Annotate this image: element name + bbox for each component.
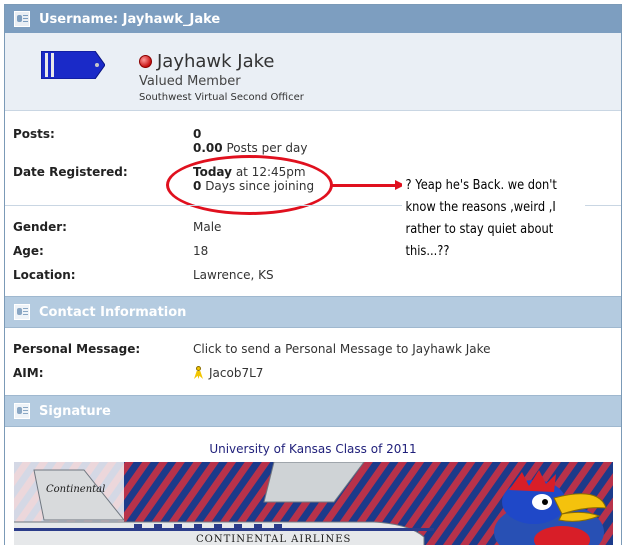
aim-running-man-icon <box>193 366 205 379</box>
posts-label: Posts: <box>13 127 55 141</box>
posts-value: 0 <box>193 127 202 141</box>
user-title: Valued Member <box>139 74 241 89</box>
signature-section-header: Signature <box>5 395 621 427</box>
age-value: 18 <box>193 244 209 258</box>
posts-per-day: 0.00 Posts per day <box>193 141 308 155</box>
signature-section-title: Signature <box>39 403 111 419</box>
contact-section-title: Contact Information <box>39 304 187 320</box>
registered-label: Date Registered: <box>13 165 128 179</box>
signature-caption: University of Kansas Class of 2011 <box>209 442 417 456</box>
pm-link[interactable]: Click to send a Personal Message to Jayh… <box>193 342 491 356</box>
gender-value: Male <box>193 220 222 234</box>
profile-card-icon <box>14 11 30 27</box>
profile-frame: Username: Jayhawk_Jake Jayhawk Jake Valu… <box>4 4 622 545</box>
annotation-oval <box>166 155 333 215</box>
annotation-arrow <box>332 184 398 187</box>
offline-status-icon <box>139 55 152 68</box>
pm-label: Personal Message: <box>13 342 141 356</box>
signature-banner-image: CONTINENTAL AIRLINES Continental <box>14 462 613 545</box>
custom-title: Southwest Virtual Second Officer <box>139 92 304 103</box>
aim-label: AIM: <box>13 366 44 380</box>
contact-section-header: Contact Information <box>5 296 621 328</box>
signature-card-icon <box>14 403 30 419</box>
contact-card-icon <box>14 304 30 320</box>
display-name-row: Jayhawk Jake <box>139 51 275 72</box>
profile-summary: Jayhawk Jake Valued Member Southwest Vir… <box>5 33 621 111</box>
aim-value[interactable]: Jacob7L7 <box>193 366 263 380</box>
annotation-note: ? Yeap he's Back. we don't know the reas… <box>402 173 586 265</box>
rank-insignia-icon <box>41 51 105 79</box>
location-value: Lawrence, KS <box>193 268 274 282</box>
profile-header: Username: Jayhawk_Jake <box>5 5 621 33</box>
banner-plane-text: CONTINENTAL AIRLINES <box>196 534 351 545</box>
age-label: Age: <box>13 244 44 258</box>
banner-tail-script: Continental <box>46 484 105 495</box>
header-title: Username: Jayhawk_Jake <box>39 11 221 27</box>
gender-label: Gender: <box>13 220 67 234</box>
location-label: Location: <box>13 268 76 282</box>
display-name: Jayhawk Jake <box>157 51 275 72</box>
